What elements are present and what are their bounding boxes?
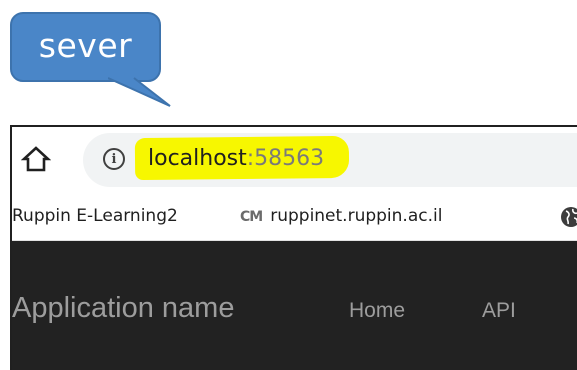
url-host: localhost	[148, 146, 247, 171]
nav-link-api[interactable]: API	[482, 299, 516, 323]
app-navbar: Application name Home API	[12, 241, 577, 370]
navbar-brand[interactable]: Application name	[12, 292, 234, 325]
nav-link-home[interactable]: Home	[349, 299, 405, 323]
bookmark-ruppinet[interactable]: CM ruppinet.ruppin.ac.il	[240, 206, 442, 226]
url-text[interactable]: localhost:58563	[148, 146, 324, 171]
bookmark-ruppinet-label: ruppinet.ruppin.ac.il	[270, 206, 443, 226]
browser-window: i localhost:58563 Ruppin E-Learning2 CM r…	[10, 125, 577, 370]
callout-text: sever	[38, 25, 133, 65]
home-icon[interactable]	[21, 144, 51, 174]
callout-tail	[108, 77, 171, 107]
ruppinet-logo-icon: CM	[240, 209, 263, 225]
browser-toolbar: i localhost:58563	[12, 127, 577, 194]
callout-bubble: sever	[10, 12, 161, 82]
globe-icon[interactable]	[560, 206, 577, 228]
address-bar[interactable]: i localhost:58563	[83, 133, 577, 187]
info-icon[interactable]: i	[103, 148, 125, 170]
bookmarks-bar: Ruppin E-Learning2 CM ruppinet.ruppin.ac.…	[12, 194, 577, 241]
url-port: :58563	[246, 146, 325, 171]
bookmark-ruppin-elearning[interactable]: Ruppin E-Learning2	[12, 206, 178, 226]
